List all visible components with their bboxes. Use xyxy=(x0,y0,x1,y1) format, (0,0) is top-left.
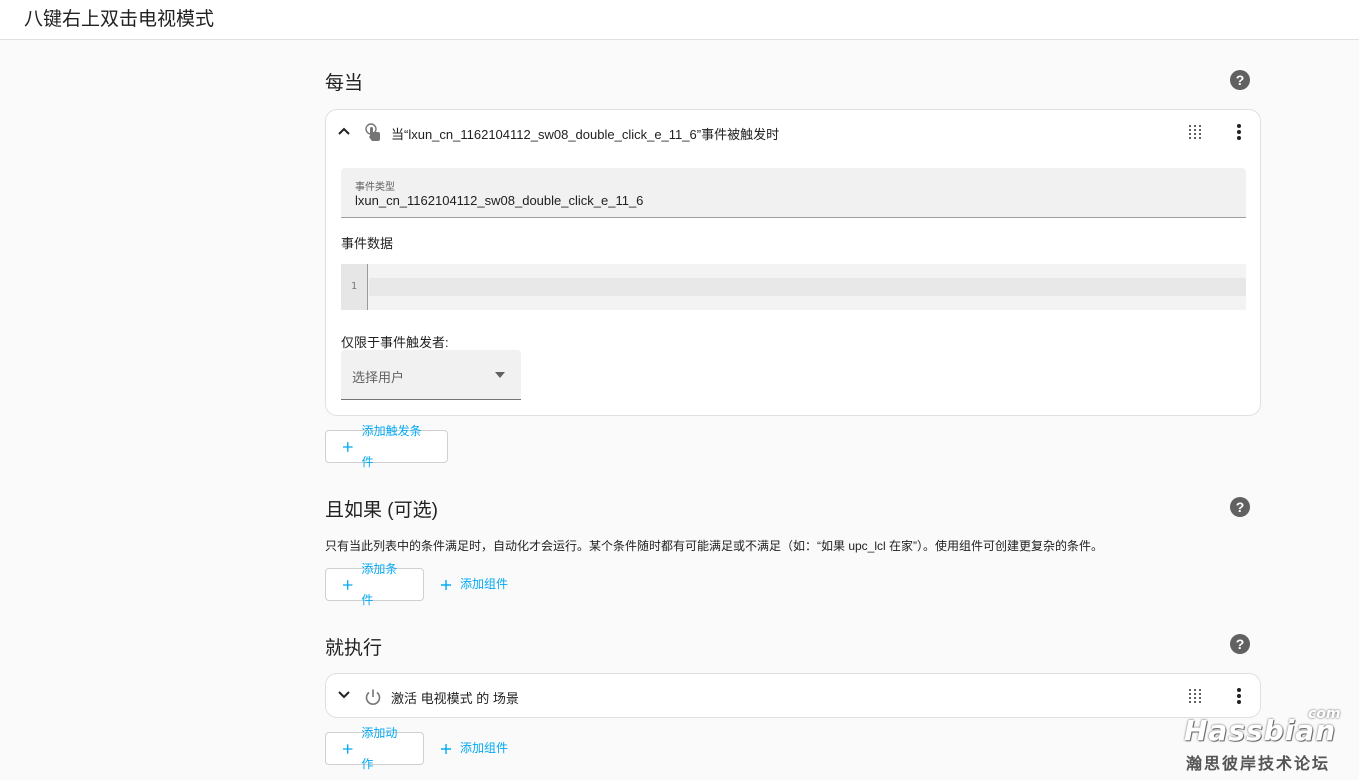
event-data-editor[interactable]: 1 xyxy=(341,264,1246,310)
add-condition-block-label: 添加组件 xyxy=(460,577,509,591)
action-help-icon[interactable]: ? xyxy=(1230,634,1250,654)
action-card: 激活 电视模式 的 场景 xyxy=(325,673,1261,718)
add-action-block-button[interactable]: 添加组件 xyxy=(424,732,524,765)
top-bar: 八键右上双击电视模式 xyxy=(0,0,1359,40)
user-select[interactable]: 选择用户 xyxy=(341,350,521,400)
event-type-label: 事件类型 xyxy=(355,182,395,193)
power-icon xyxy=(365,689,381,705)
trigger-help-icon[interactable]: ? xyxy=(1230,70,1250,90)
action-section-title: 就执行 xyxy=(325,638,383,659)
condition-section-title: 且如果 (可选) xyxy=(325,500,438,521)
add-condition-button[interactable]: 添加条件 xyxy=(325,562,424,607)
condition-help-icon[interactable]: ? xyxy=(1230,497,1250,517)
action-card-title: 激活 电视模式 的 场景 xyxy=(391,691,519,706)
user-select-placeholder: 选择用户 xyxy=(352,370,405,385)
line-number: 1 xyxy=(341,264,368,310)
add-action-button[interactable]: 添加动作 xyxy=(325,726,424,771)
watermark-forum-name: 瀚思彼岸技术论坛 xyxy=(1186,756,1331,773)
event-type-value[interactable]: lxun_cn_1162104112_sw08_double_click_e_1… xyxy=(355,193,643,208)
drag-handle-icon[interactable] xyxy=(1189,125,1201,139)
plus-icon xyxy=(342,579,353,590)
chevron-down-icon[interactable] xyxy=(337,688,351,702)
trigger-card-title: 当“lxun_cn_1162104112_sw08_double_click_e… xyxy=(391,127,780,142)
chevron-up-icon[interactable] xyxy=(337,124,351,138)
drag-handle-icon[interactable] xyxy=(1189,689,1201,703)
plus-icon xyxy=(342,441,353,452)
action-card-header[interactable]: 激活 电视模式 的 场景 xyxy=(326,674,1260,718)
more-vert-icon[interactable] xyxy=(1229,686,1249,706)
plus-icon xyxy=(441,579,451,590)
watermark-com: com xyxy=(1308,706,1341,722)
plus-icon xyxy=(342,743,353,754)
add-action-label: 添加动作 xyxy=(361,725,398,771)
plus-icon xyxy=(441,743,451,754)
event-type-field[interactable]: 事件类型 lxun_cn_1162104112_sw08_double_clic… xyxy=(341,168,1246,218)
dropdown-arrow-icon xyxy=(495,372,505,378)
gesture-tap-icon xyxy=(365,123,380,141)
trigger-card-header[interactable]: 当“lxun_cn_1162104112_sw08_double_click_e… xyxy=(326,110,1260,154)
event-data-label: 事件数据 xyxy=(341,236,394,251)
page-title: 八键右上双击电视模式 xyxy=(24,9,215,30)
add-condition-label: 添加条件 xyxy=(361,561,398,607)
hassbian-watermark: Hassbian com 瀚思彼岸技术论坛 xyxy=(1180,706,1350,773)
trigger-card: 当“lxun_cn_1162104112_sw08_double_click_e… xyxy=(325,109,1261,416)
add-trigger-button[interactable]: 添加触发条件 xyxy=(325,424,448,469)
trigger-section-title: 每当 xyxy=(325,73,364,94)
limit-to-user-label: 仅限于事件触发者: xyxy=(341,335,449,350)
add-condition-block-button[interactable]: 添加组件 xyxy=(424,568,524,601)
add-trigger-label: 添加触发条件 xyxy=(361,423,422,469)
condition-description: 只有当此列表中的条件满足时，自动化才会运行。某个条件随时都有可能满足或不满足（如… xyxy=(325,539,1104,553)
add-action-block-label: 添加组件 xyxy=(460,741,509,755)
more-vert-icon[interactable] xyxy=(1229,122,1249,142)
active-line xyxy=(369,278,1246,296)
